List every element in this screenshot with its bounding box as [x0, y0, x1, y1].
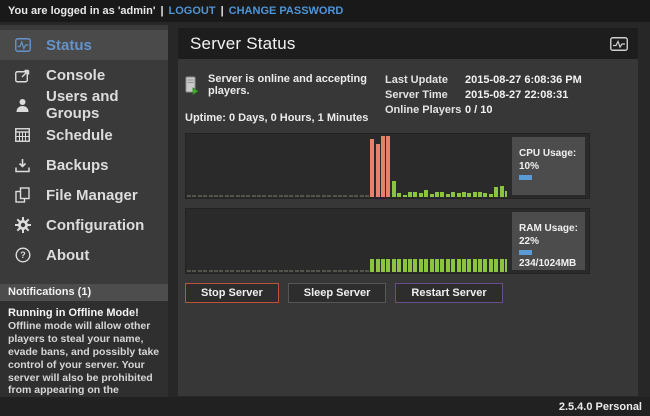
cpu-usage-chart: CPU Usage: 10%: [185, 133, 590, 199]
users-icon: [14, 97, 31, 114]
question-icon: ?: [14, 247, 31, 264]
info-value: 2015-08-27 22:08:31: [465, 89, 568, 101]
legend-value: 22%: [519, 235, 581, 248]
info-row-online-players: Online Players 0 / 10: [385, 104, 590, 116]
change-password-link[interactable]: CHANGE PASSWORD: [229, 5, 344, 17]
page-title: Server Status: [190, 34, 296, 54]
sidebar-item-label: File Manager: [46, 187, 138, 204]
file-manager-icon: [14, 187, 31, 204]
separator: |: [221, 5, 224, 17]
sidebar-item-label: Console: [46, 67, 105, 84]
sidebar-item-backups[interactable]: Backups: [0, 150, 168, 180]
schedule-icon: [14, 127, 31, 144]
status-message: Server is online and accepting players.: [208, 73, 385, 97]
sidebar-item-console[interactable]: Console: [0, 60, 168, 90]
topbar: You are logged in as 'admin' | LOGOUT | …: [0, 0, 650, 22]
sidebar-item-about[interactable]: ? About: [0, 240, 168, 270]
svg-text:?: ?: [20, 250, 26, 260]
info-section: Server is online and accepting players. …: [185, 69, 590, 124]
status-icon: [14, 37, 31, 54]
gear-icon: [14, 217, 31, 234]
info-label: Last Update: [385, 74, 465, 86]
console-icon: [14, 67, 31, 84]
ram-usage-legend: RAM Usage: 22% 234/1024MB: [512, 212, 585, 270]
sidebar-item-file-manager[interactable]: File Manager: [0, 180, 168, 210]
stop-server-button[interactable]: Stop Server: [185, 283, 279, 303]
info-right: Last Update 2015-08-27 6:08:36 PM Server…: [385, 69, 590, 124]
server-online-icon: [185, 76, 199, 95]
sidebar-item-label: Users and Groups: [46, 88, 168, 122]
sidebar: Status Console Users and Groups: [0, 25, 168, 397]
info-value: 2015-08-27 6:08:36 PM: [465, 74, 582, 86]
legend-label: RAM Usage:: [519, 222, 581, 235]
separator: |: [160, 5, 163, 17]
sidebar-item-users-and-groups[interactable]: Users and Groups: [0, 90, 168, 120]
sidebar-item-label: About: [46, 247, 89, 264]
footer-bar: 2.5.4.0 Personal: [0, 397, 650, 416]
info-row-last-update: Last Update 2015-08-27 6:08:36 PM: [385, 74, 590, 86]
sidebar-item-label: Configuration: [46, 217, 144, 234]
info-row-server-time: Server Time 2015-08-27 22:08:31: [385, 89, 590, 101]
version-text: 2.5.4.0 Personal: [559, 401, 642, 413]
restart-server-button[interactable]: Restart Server: [395, 283, 502, 303]
info-left: Server is online and accepting players. …: [185, 69, 385, 124]
status-chart-icon[interactable]: [610, 37, 628, 51]
sidebar-item-label: Backups: [46, 157, 109, 174]
uptime-text: Uptime: 0 Days, 0 Hours, 1 Minutes: [185, 112, 385, 124]
notification-title: Running in Offline Mode!: [8, 307, 160, 320]
legend-swatch: [519, 250, 532, 255]
info-label: Online Players: [385, 104, 465, 116]
sidebar-item-label: Schedule: [46, 127, 113, 144]
ram-usage-chart: RAM Usage: 22% 234/1024MB: [185, 208, 590, 274]
legend-label: CPU Usage:: [519, 147, 581, 160]
cpu-usage-legend: CPU Usage: 10%: [512, 137, 585, 195]
sidebar-menu: Status Console Users and Groups: [0, 25, 168, 270]
logout-link[interactable]: LOGOUT: [169, 5, 216, 17]
info-label: Server Time: [385, 89, 465, 101]
panel-header: Server Status: [178, 28, 638, 59]
sidebar-item-configuration[interactable]: Configuration: [0, 210, 168, 240]
ram-usage-plot: [187, 211, 507, 272]
legend-swatch: [519, 175, 532, 180]
backups-icon: [14, 157, 31, 174]
legend-detail: 234/1024MB: [519, 257, 581, 270]
logged-in-text: You are logged in as 'admin': [8, 5, 155, 17]
cpu-usage-plot: [187, 136, 507, 197]
sidebar-item-label: Status: [46, 37, 92, 54]
legend-value: 10%: [519, 160, 581, 173]
sleep-server-button[interactable]: Sleep Server: [288, 283, 387, 303]
info-value: 0 / 10: [465, 104, 493, 116]
server-status-panel: Server Status: [178, 28, 638, 396]
panel-body: Server is online and accepting players. …: [178, 59, 638, 303]
server-buttons-row: Stop Server Sleep Server Restart Server: [185, 283, 631, 303]
notifications-header: Notifications (1): [0, 284, 168, 301]
status-line: Server is online and accepting players.: [185, 73, 385, 97]
sidebar-item-schedule[interactable]: Schedule: [0, 120, 168, 150]
sidebar-item-status[interactable]: Status: [0, 30, 168, 60]
